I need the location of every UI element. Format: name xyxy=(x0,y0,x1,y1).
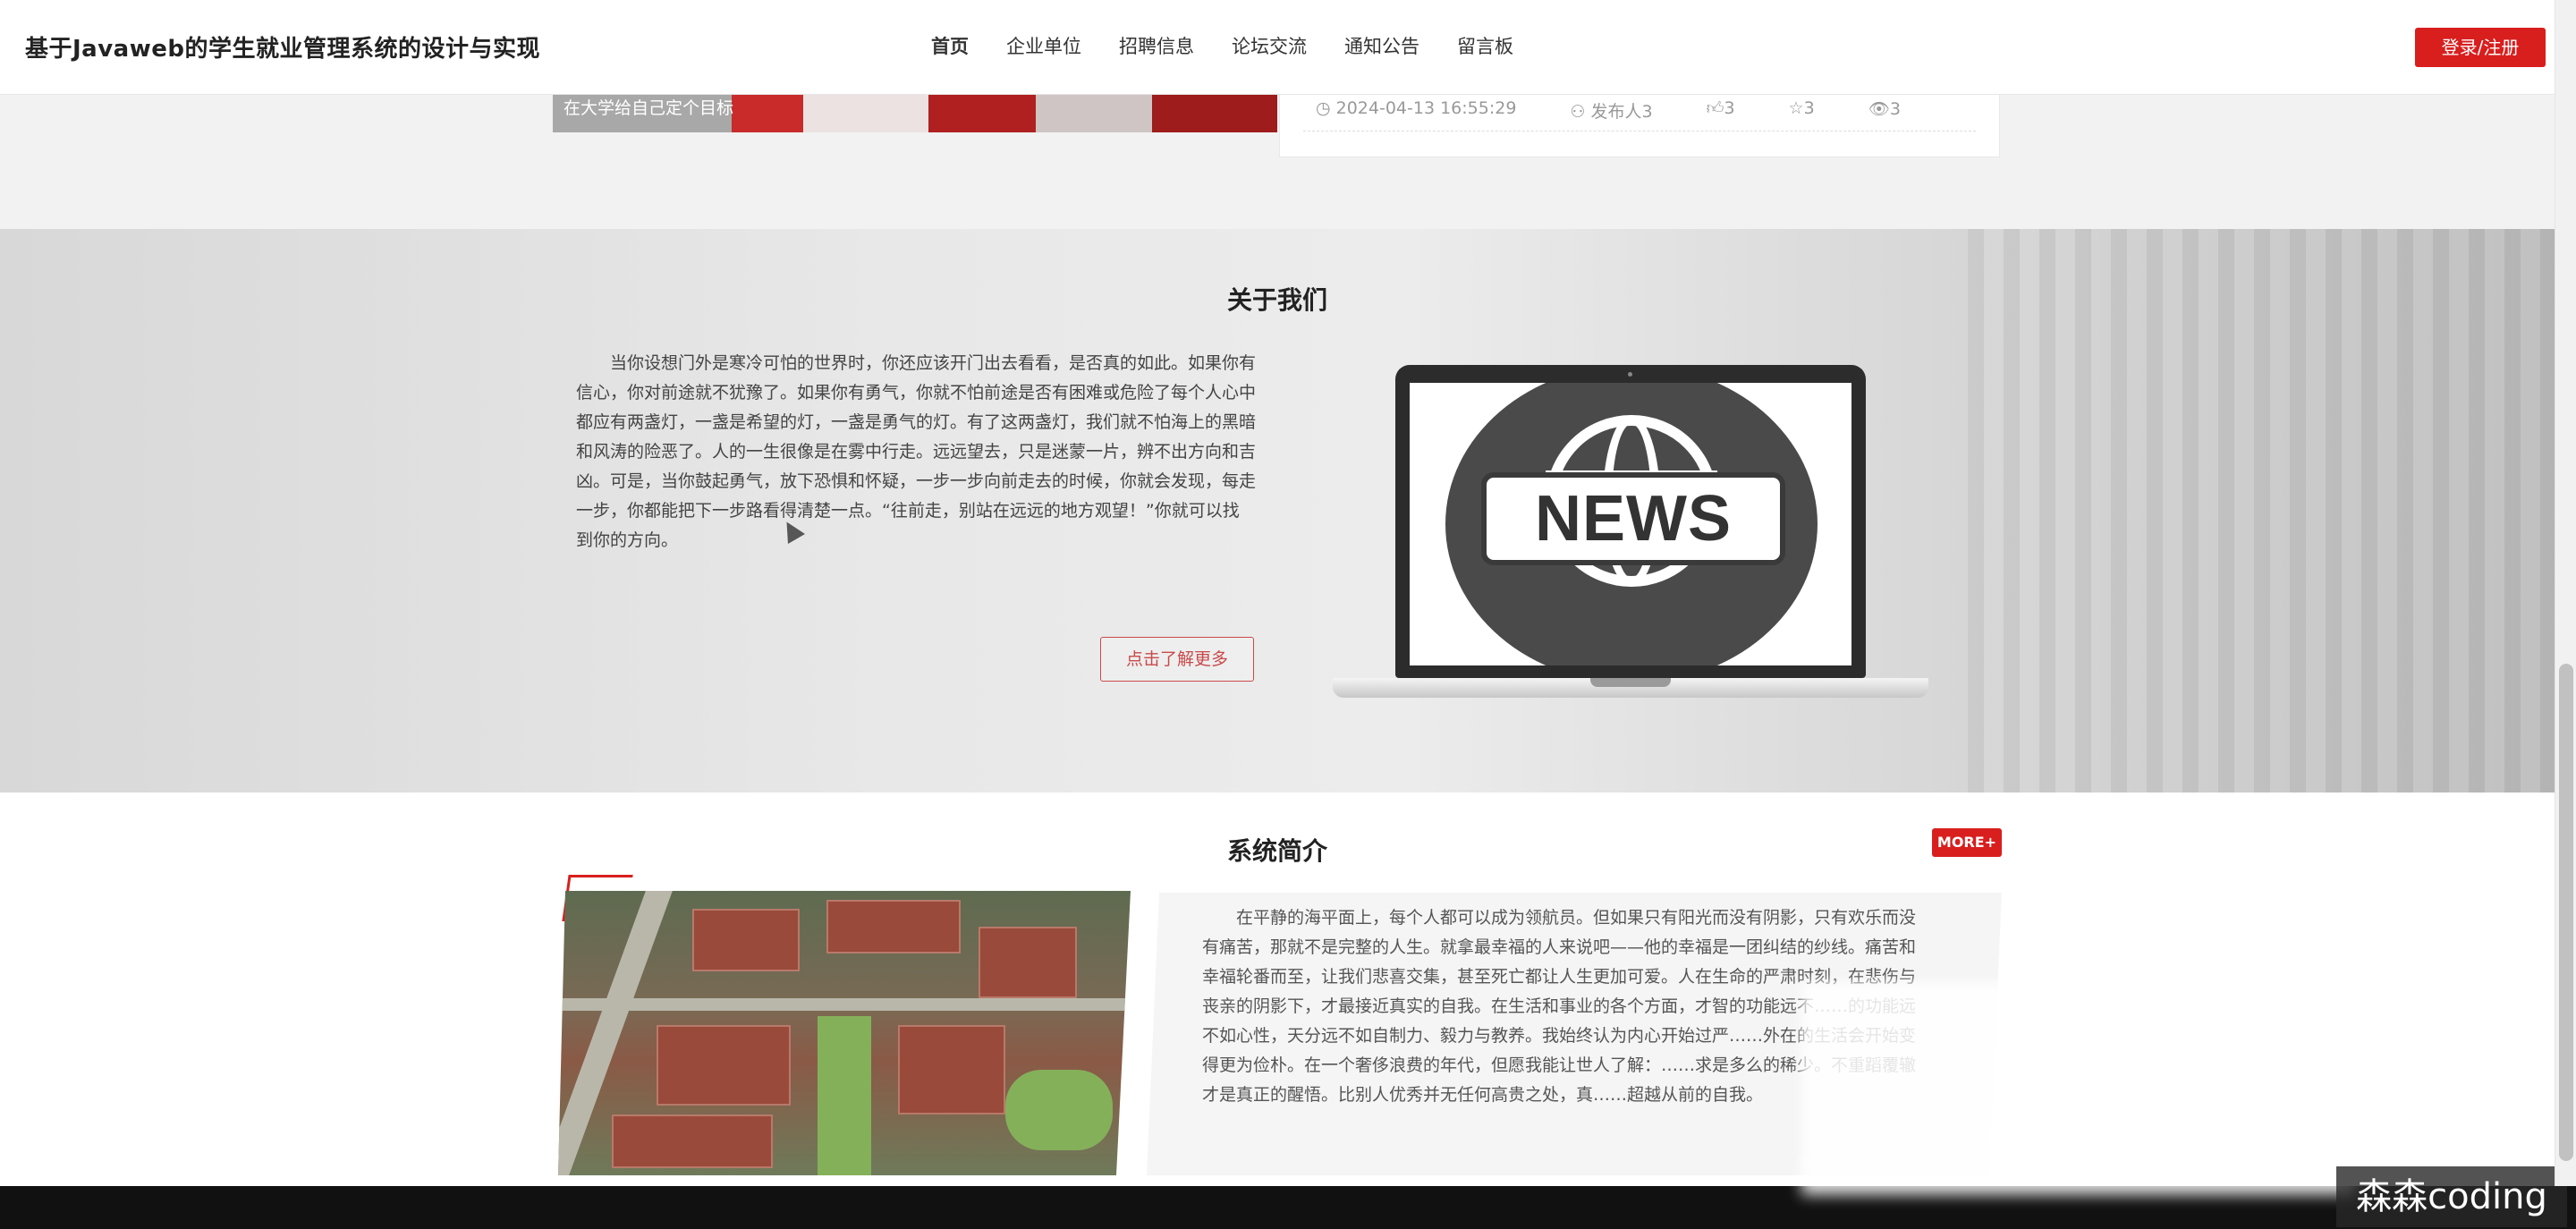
building xyxy=(979,927,1077,998)
learn-more-button[interactable]: 点击了解更多 xyxy=(1100,637,1254,682)
banner-block xyxy=(1036,95,1152,132)
news-meta: ◷ 2024-04-13 16:55:29 ⚇ 发布人3 👍︎3 ☆3 👁︎3 xyxy=(1316,98,1954,123)
views-meta: 👁︎3 xyxy=(1868,99,1901,119)
news-date: 2024-04-13 16:55:29 xyxy=(1335,98,1517,118)
sports-field xyxy=(1005,1070,1113,1150)
laptop-notch xyxy=(1590,678,1671,687)
blur-overlay xyxy=(1801,982,2007,1170)
about-section: 关于我们 当你设想门外是寒冷可怕的世界时，你还应该开门出去看看，是否真的如此。如… xyxy=(0,229,2555,792)
system-intro-section: 系统简介 MORE+ 在平静的海平面上，每个人都可以成为领航员。但如果只有阳光而… xyxy=(0,792,2555,1186)
building xyxy=(657,1025,791,1106)
news-label: NEWS xyxy=(1481,472,1785,565)
main-menu: 首页 企业单位 招聘信息 论坛交流 通知公告 留言板 xyxy=(912,0,1532,95)
about-title: 关于我们 xyxy=(1226,285,1327,315)
carousel-section: 在大学给自己定个目标 ◷ 2024-04-13 16:55:29 ⚇ 发布人3 … xyxy=(0,86,2555,229)
news-laptop-image: NEWS xyxy=(1324,365,1932,741)
scrollbar-thumb[interactable] xyxy=(2559,664,2573,1161)
menu-item-companies[interactable]: 企业单位 xyxy=(987,0,1100,95)
news-author: 发布人3 xyxy=(1590,102,1653,122)
top-navbar: 基于Javaweb的学生就业管理系统的设计与实现 首页 企业单位 招聘信息 论坛… xyxy=(0,0,2555,95)
central-lawn xyxy=(818,1016,871,1175)
road xyxy=(558,998,1131,1011)
banner-block xyxy=(732,95,803,132)
watermark: 森森coding xyxy=(2336,1166,2567,1227)
news-favorites: 3 xyxy=(1803,98,1815,118)
campus-image xyxy=(558,891,1131,1175)
building xyxy=(898,1025,1005,1115)
carousel-caption: 在大学给自己定个目标 xyxy=(564,98,734,118)
banner-block xyxy=(1152,95,1277,132)
banner-block xyxy=(803,95,928,132)
laptop-camera xyxy=(1628,372,1632,377)
author-meta: ⚇ 发布人3 xyxy=(1570,102,1653,122)
laptop-screen: NEWS xyxy=(1395,365,1866,678)
menu-item-jobs[interactable]: 招聘信息 xyxy=(1100,0,1213,95)
menu-item-home[interactable]: 首页 xyxy=(912,0,987,95)
login-register-button[interactable]: 登录/注册 xyxy=(2415,28,2546,67)
intro-title: 系统简介 xyxy=(1226,836,1327,866)
building xyxy=(826,900,961,954)
site-title[interactable]: 基于Javaweb的学生就业管理系统的设计与实现 xyxy=(25,30,540,64)
menu-item-forum[interactable]: 论坛交流 xyxy=(1213,0,1326,95)
favorites-meta: ☆3 xyxy=(1788,98,1815,118)
building xyxy=(692,909,800,971)
building xyxy=(612,1115,773,1168)
blur-overlay xyxy=(1801,1159,2356,1195)
likes-meta: 👍︎3 xyxy=(1706,98,1735,118)
laptop-display: NEWS xyxy=(1410,383,1852,665)
menu-item-messages[interactable]: 留言板 xyxy=(1438,0,1532,95)
about-text: 当你设想门外是寒冷可怕的世界时，你还应该开门出去看看，是否真的如此。如果你有信心… xyxy=(576,353,1257,550)
news-views: 3 xyxy=(1889,99,1901,119)
carousel-image[interactable]: 在大学给自己定个目标 xyxy=(553,95,1277,132)
news-item-card[interactable]: ◷ 2024-04-13 16:55:29 ⚇ 发布人3 👍︎3 ☆3 👁︎3 xyxy=(1279,86,2000,157)
page-scrollbar[interactable] xyxy=(2555,0,2576,1186)
more-button[interactable]: MORE+ xyxy=(1932,828,2002,857)
news-likes: 3 xyxy=(1724,98,1735,118)
date-meta: ◷ 2024-04-13 16:55:29 xyxy=(1316,98,1517,118)
banner-block xyxy=(928,95,1036,132)
menu-item-notices[interactable]: 通知公告 xyxy=(1326,0,1438,95)
